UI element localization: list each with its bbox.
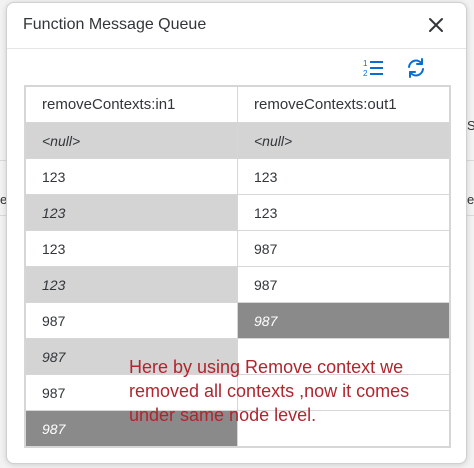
- close-icon: [429, 18, 443, 32]
- table-header-row: removeContexts:in1 removeContexts:out1: [25, 86, 450, 123]
- table-cell-in[interactable]: 123: [25, 194, 238, 231]
- table-cell-in[interactable]: 123: [25, 230, 238, 267]
- table-row: 123 123: [25, 194, 450, 231]
- table-cell-out[interactable]: 123: [237, 158, 450, 195]
- svg-text:1: 1: [363, 59, 368, 68]
- dialog-title: Function Message Queue: [23, 16, 207, 33]
- table-row: <null> <null>: [25, 122, 450, 159]
- table-row: 123 987: [25, 266, 450, 303]
- function-message-queue-dialog: Function Message Queue 1 2 removeContext…: [6, 2, 467, 464]
- table-cell-out[interactable]: 123: [237, 194, 450, 231]
- column-header-out1: removeContexts:out1: [237, 86, 450, 123]
- table-cell-in[interactable]: 987: [25, 302, 238, 339]
- edge-text: S: [467, 118, 474, 133]
- table-cell-in[interactable]: <null>: [25, 122, 238, 159]
- table-row: 123 123: [25, 158, 450, 195]
- table-cell-out[interactable]: 987: [237, 266, 450, 303]
- numbered-list-button[interactable]: 1 2: [360, 55, 386, 81]
- refresh-icon: [408, 58, 424, 78]
- annotation-note: Here by using Remove context we removed …: [129, 357, 410, 425]
- close-button[interactable]: [424, 13, 448, 37]
- column-header-in1: removeContexts:in1: [25, 86, 238, 123]
- table-cell-in[interactable]: 123: [25, 266, 238, 303]
- table-row: 987 987: [25, 302, 450, 339]
- table-cell-out[interactable]: 987: [237, 230, 450, 267]
- svg-text:2: 2: [363, 69, 368, 78]
- edge-text: e: [467, 192, 474, 207]
- numbered-list-icon: 1 2: [363, 59, 383, 78]
- table-cell-out[interactable]: 987: [237, 302, 450, 339]
- dialog-header: Function Message Queue: [7, 3, 466, 49]
- table-cell-out[interactable]: <null>: [237, 122, 450, 159]
- refresh-button[interactable]: [403, 55, 429, 81]
- table-cell-in[interactable]: 123: [25, 158, 238, 195]
- table-row: 123 987: [25, 230, 450, 267]
